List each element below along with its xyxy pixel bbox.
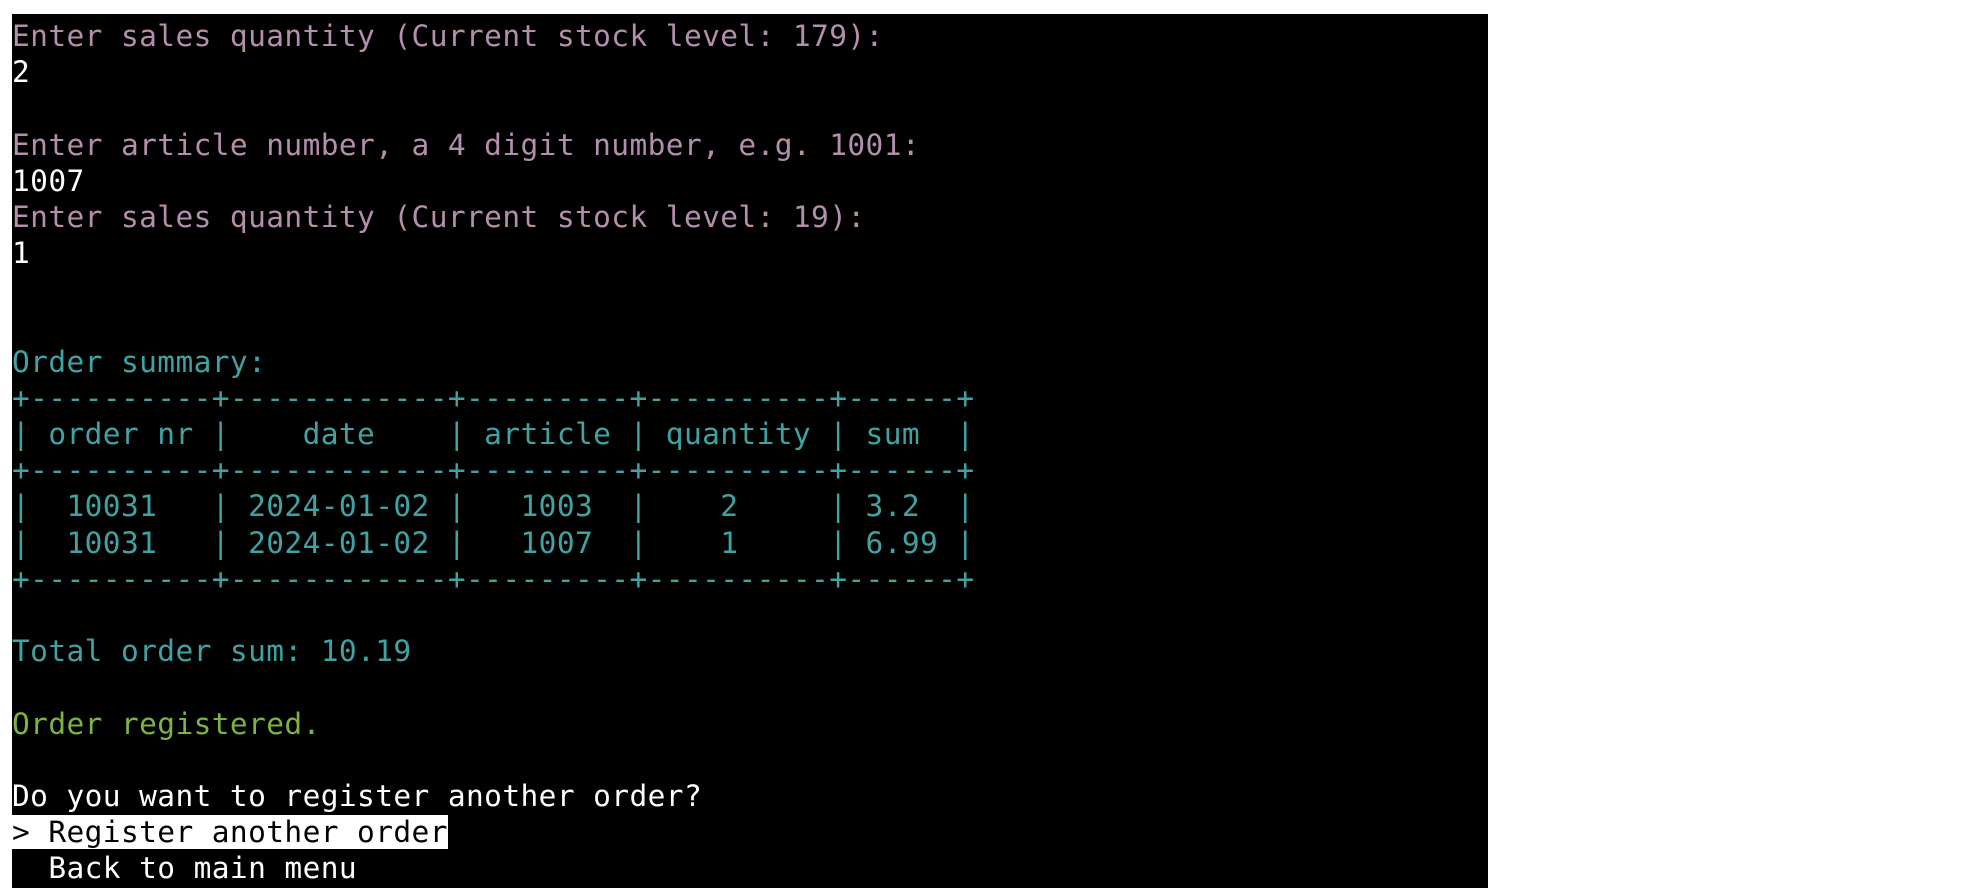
quantity-input-1: 2 [12,55,31,90]
order-summary-heading: Order summary: [12,344,267,379]
table-border-top: +----------+------------+---------+-----… [12,380,975,415]
menu-option-label: Register another order [48,815,448,850]
table-row: | 10031 | 2024-01-02 | 1003 | 2 | 3.2 | [12,489,975,524]
quantity-input-2: 1 [12,236,31,271]
table-border-mid: +----------+------------+---------+-----… [12,453,975,488]
stock-prompt-2: Enter sales quantity (Current stock leve… [12,199,866,234]
menu-option-register-another-order[interactable]: > Register another order [12,814,1488,850]
terminal-window: Enter sales quantity (Current stock leve… [12,14,1488,888]
menu-cursor: > [12,815,49,850]
total-order-sum: Total order sum: 10.19 [12,634,412,669]
menu-indent [12,851,48,885]
table-header: | order nr | date | article | quantity |… [12,417,975,452]
table-border-bottom: +----------+------------+---------+-----… [12,561,975,596]
stock-prompt-1: Enter sales quantity (Current stock leve… [12,19,884,53]
menu-option-label: Back to main menu [48,851,358,886]
article-prompt: Enter article number, a 4 digit number, … [12,127,921,162]
menu-question: Do you want to register another order? [12,778,703,813]
table-row: | 10031 | 2024-01-02 | 1007 | 1 | 6.99 | [12,525,975,560]
status-message: Order registered. [12,706,321,741]
menu-option-back-to-main-menu[interactable]: Back to main menu [12,850,1488,886]
article-input: 1007 [12,163,85,198]
